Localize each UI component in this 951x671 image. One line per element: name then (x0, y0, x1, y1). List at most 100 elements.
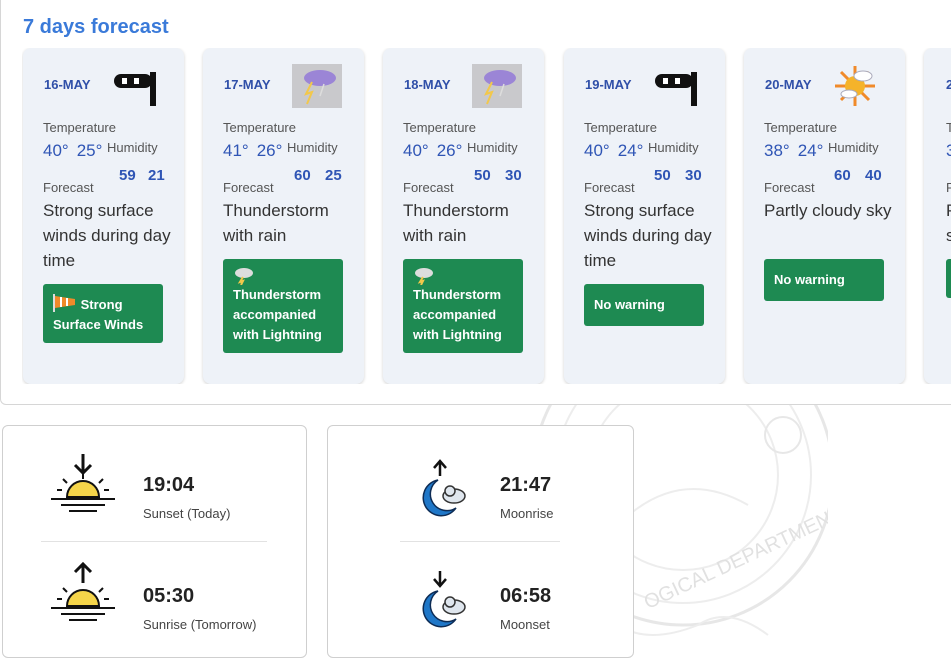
svg-text:OGICAL DEPARTMENT: OGICAL DEPARTMENT (641, 503, 828, 614)
humidity-value-2: 21 (148, 167, 165, 184)
strong-wind-icon (114, 72, 156, 106)
moonrise-label: Moonrise (500, 506, 554, 521)
moonrise-row: 21:47 Moonrise (328, 436, 633, 536)
humidity-label: Humidity (467, 140, 518, 155)
thunder-cloud-icon (235, 268, 253, 285)
warning-text: No warning (774, 272, 845, 287)
warning-text: Thunderstorm accompanied with Lightning (233, 287, 322, 342)
warning-badge[interactable]: No warning (584, 284, 704, 326)
forecast-text: Strong surface winds during day time (584, 201, 712, 270)
temperature-values: 40° 25° (43, 141, 110, 161)
forecast-card-day6[interactable]: 2 Te 3 F Ps (924, 48, 951, 384)
forecast-card-day4[interactable]: 19-MAY Temperature 40° 24° Humidity 50 30… (564, 48, 725, 384)
warning-text: No warning (594, 297, 665, 312)
temp-min: 24° (617, 141, 644, 160)
forecast-label: F (946, 180, 951, 195)
temp-min: 26° (256, 141, 283, 160)
divider (41, 541, 267, 542)
temp-max: 40° (403, 141, 429, 160)
sunset-icon (51, 454, 115, 512)
strong-wind-icon (655, 72, 697, 106)
forecast-text: Partly cloudy sky (764, 201, 892, 220)
warning-badge[interactable]: Strong Surface Winds (43, 284, 163, 343)
temperature-values: 41° 26° (223, 141, 290, 161)
forecast-label: Forecast (223, 180, 274, 195)
card-date: 18-MAY (404, 77, 451, 92)
temperature-label: Temperature (43, 120, 116, 135)
card-date: 20-MAY (765, 77, 812, 92)
temp-min: 26° (436, 141, 463, 160)
warning-badge[interactable]: Thunderstorm accompanied with Lightning (223, 259, 343, 353)
warning-badge[interactable] (946, 259, 951, 298)
temperature-values: 40° 24° (584, 141, 651, 161)
warning-text: Thunderstorm accompanied with Lightning (413, 287, 502, 342)
temperature-values: 40° 26° (403, 141, 470, 161)
partly-cloudy-icon (835, 66, 875, 106)
forecast-label: Forecast (43, 180, 94, 195)
temp-max: 40° (43, 141, 69, 160)
temperature-label: Temperature (223, 120, 296, 135)
forecast-card-day2[interactable]: 17-MAY Temperature 41° 26° Humidity 60 25… (203, 48, 364, 384)
temp-min: 24° (797, 141, 824, 160)
sunset-row: 19:04 Sunset (Today) (3, 436, 306, 536)
humidity-value-1: 60 (294, 167, 311, 184)
temp-max: 3 (946, 141, 951, 160)
warning-badge[interactable]: Thunderstorm accompanied with Lightning (403, 259, 523, 353)
sunrise-row: 05:30 Sunrise (Tomorrow) (3, 547, 306, 647)
humidity-value-1: 60 (834, 167, 851, 184)
warning-badge[interactable]: No warning (764, 259, 884, 301)
sunrise-icon (51, 561, 115, 621)
temp-max: 41° (223, 141, 249, 160)
thunderstorm-icon (472, 64, 522, 108)
humidity-value-1: 50 (654, 167, 671, 184)
humidity-value-1: 50 (474, 167, 491, 184)
forecast-card-day3[interactable]: 18-MAY Temperature 40° 26° Humidity 50 30… (383, 48, 544, 384)
moonrise-time: 21:47 (500, 474, 552, 496)
temperature-values: 38° 24° (764, 141, 831, 161)
divider (400, 541, 560, 542)
moonset-icon (422, 571, 466, 628)
sunrise-label: Sunrise (Tomorrow) (143, 617, 257, 632)
thunder-cloud-icon (415, 268, 433, 285)
forecast-card-day1[interactable]: 16-MAY Temperature 40° 25° Humidity 59 21… (23, 48, 184, 384)
sun-times-card: 19:04 Sunset (Today) 05:30 Sunrise (Tomo… (2, 425, 307, 658)
forecast-cards: 16-MAY Temperature 40° 25° Humidity 59 21… (22, 48, 951, 384)
forecast-text: Strong surface winds during day time (43, 201, 171, 270)
temperature-label: Temperature (403, 120, 476, 135)
forecast-label: Forecast (584, 180, 635, 195)
card-date: 19-MAY (585, 77, 632, 92)
card-date: 16-MAY (44, 77, 91, 92)
humidity-label: Humidity (107, 140, 158, 155)
temp-max: 38° (764, 141, 790, 160)
humidity-value-2: 30 (685, 167, 702, 184)
humidity-value-1: 59 (119, 167, 136, 184)
forecast-text: Ps (946, 201, 951, 245)
moonset-label: Moonset (500, 617, 550, 632)
temp-max: 40° (584, 141, 610, 160)
moonset-time: 06:58 (500, 585, 552, 607)
humidity-label: Humidity (828, 140, 879, 155)
forecast-text: Thunderstorm with rain (223, 201, 329, 245)
sunset-time: 19:04 (143, 474, 195, 496)
windsock-icon (53, 294, 75, 312)
humidity-value-2: 30 (505, 167, 522, 184)
temperature-label: Temperature (764, 120, 837, 135)
thunderstorm-icon (292, 64, 342, 108)
seven-day-forecast-panel: 7 days forecast 16-MAY Temperature 40° 25… (0, 0, 951, 405)
humidity-value-2: 40 (865, 167, 882, 184)
moon-times-card: 21:47 Moonrise 06:58 Moonset (327, 425, 634, 658)
temp-min: 25° (76, 141, 103, 160)
moonrise-icon (422, 459, 466, 517)
humidity-value-2: 25 (325, 167, 342, 184)
forecast-label: Forecast (403, 180, 454, 195)
moonset-row: 06:58 Moonset (328, 547, 633, 647)
humidity-label: Humidity (287, 140, 338, 155)
humidity-label: Humidity (648, 140, 699, 155)
temperature-label: Temperature (584, 120, 657, 135)
card-date: 17-MAY (224, 77, 271, 92)
section-title: 7 days forecast (23, 16, 169, 38)
forecast-label: Forecast (764, 180, 815, 195)
sunset-label: Sunset (Today) (143, 506, 231, 521)
forecast-card-day5[interactable]: 20-MAY Temperature 38° 24° Humidity 60 40… (744, 48, 905, 384)
card-date: 2 (946, 77, 951, 92)
